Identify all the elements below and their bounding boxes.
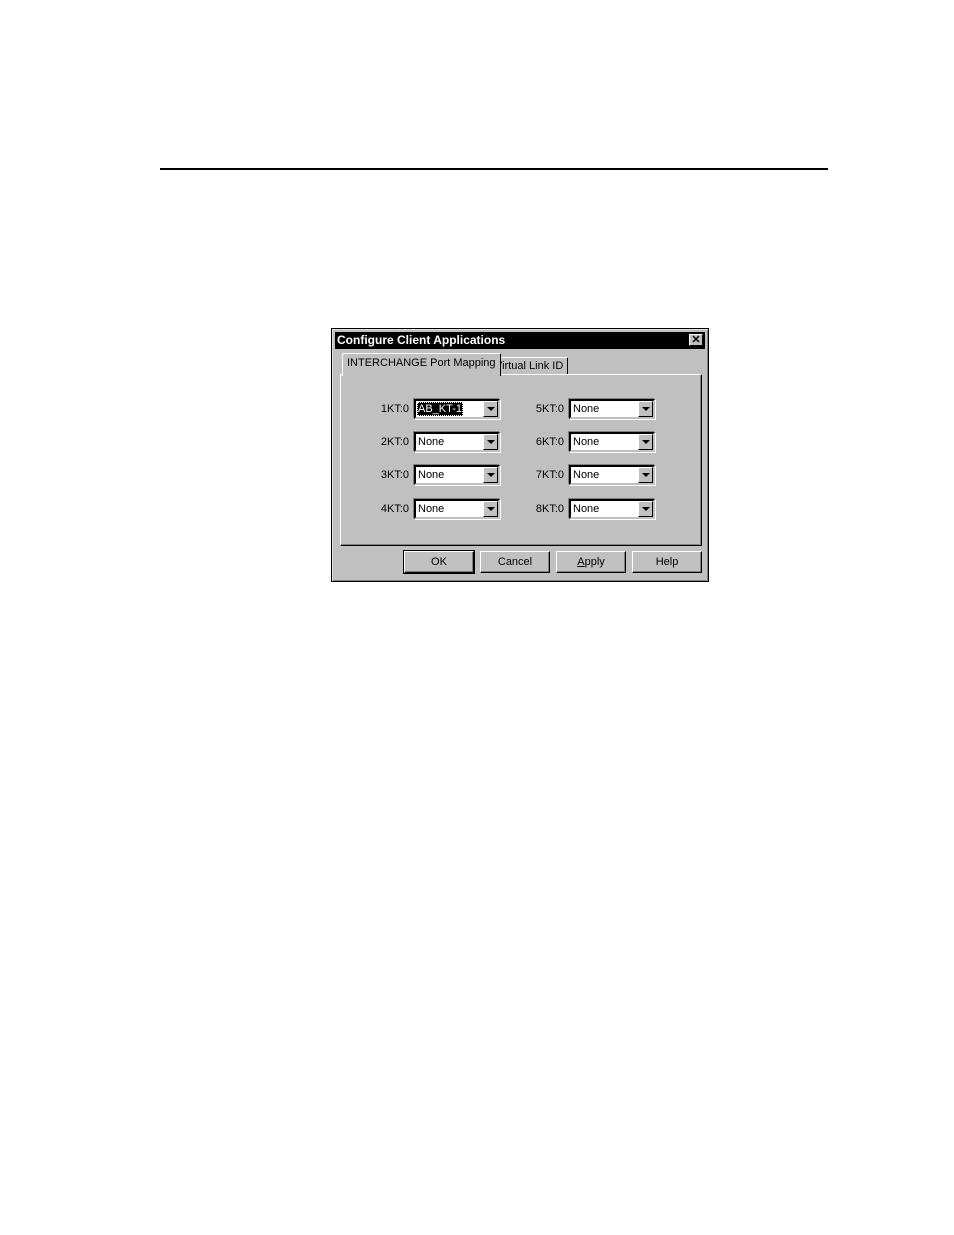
tab-label: Virtual Link ID	[495, 360, 564, 372]
select-value: None	[573, 469, 600, 481]
port-label: 7KT:0	[535, 469, 564, 481]
port-7-select[interactable]: None	[569, 465, 655, 485]
title-bar[interactable]: Configure Client Applications ✕	[335, 332, 705, 349]
accelerator-key: A	[577, 556, 585, 568]
close-button[interactable]: ✕	[689, 334, 703, 346]
cancel-button[interactable]: Cancel	[480, 551, 550, 573]
port-label: 6KT:0	[535, 436, 564, 448]
chevron-down-icon[interactable]	[483, 501, 498, 517]
chevron-down-icon[interactable]	[638, 467, 653, 483]
tab-interchange-port-mapping[interactable]: INTERCHANGE Port Mapping	[342, 353, 501, 376]
chevron-down-icon[interactable]	[638, 401, 653, 417]
select-value: None	[573, 503, 600, 515]
chevron-down-icon[interactable]	[638, 434, 653, 450]
tab-virtual-link-id[interactable]: Virtual Link ID	[490, 357, 569, 375]
port-label: 5KT:0	[535, 403, 564, 415]
ok-button[interactable]: OK	[403, 550, 475, 574]
select-value: None	[573, 403, 600, 415]
configure-client-applications-dialog: Configure Client Applications ✕ INTERCHA…	[331, 328, 709, 582]
apply-button[interactable]: Apply	[556, 551, 626, 573]
port-3-select[interactable]: None	[414, 465, 500, 485]
select-value: None	[418, 503, 445, 515]
horizontal-rule	[160, 168, 828, 170]
select-value: None	[418, 436, 445, 448]
chevron-down-icon[interactable]	[483, 467, 498, 483]
help-button[interactable]: Help	[632, 551, 702, 573]
tab-label: INTERCHANGE Port Mapping	[347, 357, 496, 369]
chevron-down-icon[interactable]	[483, 434, 498, 450]
port-label: 4KT:0	[380, 503, 409, 515]
port-label: 3KT:0	[380, 469, 409, 481]
button-label: pply	[584, 556, 605, 568]
select-value: None	[573, 436, 600, 448]
port-1-select[interactable]: AB_KT-1	[414, 399, 500, 419]
chevron-down-icon[interactable]	[483, 401, 498, 417]
port-4-select[interactable]: None	[414, 499, 500, 519]
chevron-down-icon[interactable]	[638, 501, 653, 517]
port-label: 2KT:0	[380, 436, 409, 448]
port-2-select[interactable]: None	[414, 432, 500, 452]
port-mapping-panel: 1KT:0 AB_KT-1 2KT:0 None 3KT:0 None 4KT:…	[340, 374, 702, 546]
select-value: AB_KT-1	[417, 402, 464, 416]
close-icon: ✕	[691, 334, 701, 346]
select-value: None	[418, 469, 445, 481]
dialog-title: Configure Client Applications	[337, 333, 506, 347]
port-8-select[interactable]: None	[569, 499, 655, 519]
port-label: 8KT:0	[535, 503, 564, 515]
port-5-select[interactable]: None	[569, 399, 655, 419]
port-label: 1KT:0	[380, 403, 409, 415]
port-6-select[interactable]: None	[569, 432, 655, 452]
